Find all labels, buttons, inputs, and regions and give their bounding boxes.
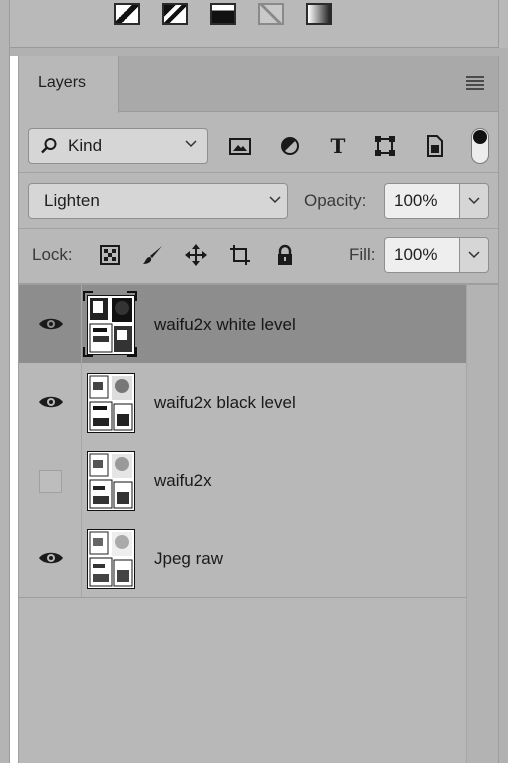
- layer-thumbnail: [87, 373, 135, 433]
- opacity-label: Opacity:: [304, 191, 367, 210]
- blend-mode-value: Lighten: [44, 191, 100, 210]
- layer-name[interactable]: Jpeg raw: [154, 549, 223, 569]
- opacity-value: 100%: [394, 191, 438, 210]
- lock-transparent-pixels-icon[interactable]: [98, 243, 122, 267]
- layer-row[interactable]: Jpeg raw: [19, 519, 466, 598]
- type-filter-icon[interactable]: T: [325, 133, 351, 159]
- visibility-toggle[interactable]: [19, 519, 82, 597]
- divider: [19, 228, 498, 229]
- exposure-adjustment-icon[interactable]: [162, 3, 188, 25]
- chevron-down-icon: [468, 197, 480, 205]
- fill-value: 100%: [394, 245, 438, 264]
- chevron-down-icon: [185, 140, 197, 148]
- chevron-down-icon: [269, 196, 281, 204]
- fill-label: Fill:: [349, 245, 376, 264]
- outer-frame-right: [508, 0, 525, 763]
- layer-thumbnail: [87, 451, 135, 511]
- layer-name[interactable]: waifu2x white level: [154, 315, 296, 335]
- lock-all-padlock-icon[interactable]: [273, 243, 297, 267]
- visibility-toggle[interactable]: [19, 363, 82, 441]
- layer-row[interactable]: waifu2x: [19, 441, 466, 520]
- curves-adjustment-icon[interactable]: [114, 3, 140, 25]
- eye-icon: [39, 396, 63, 408]
- gradient-map-adjustment-icon[interactable]: [306, 3, 332, 25]
- tab-layers-label: Layers: [38, 74, 87, 91]
- panel-dock-edge: [498, 56, 508, 763]
- layer-name[interactable]: waifu2x: [154, 471, 212, 491]
- divider: [19, 172, 498, 173]
- panel-menu-icon[interactable]: [466, 76, 484, 90]
- adjustments-panel-edge: [498, 0, 508, 48]
- panel-gap: [10, 48, 508, 56]
- visibility-toggle[interactable]: [19, 441, 82, 519]
- layer-row[interactable]: waifu2x black level: [19, 363, 466, 442]
- visibility-toggle[interactable]: [19, 285, 82, 363]
- filter-toggle-knob: [473, 130, 487, 144]
- lock-position-move-icon[interactable]: [184, 243, 208, 267]
- layer-thumbnail: [87, 529, 135, 589]
- levels-adjustment-icon[interactable]: [210, 3, 236, 25]
- chevron-down-icon: [468, 251, 480, 259]
- layer-row[interactable]: waifu2x white level: [19, 285, 466, 364]
- image-filter-icon[interactable]: [227, 133, 253, 159]
- outer-frame-divider: [9, 0, 10, 763]
- search-icon: [41, 138, 57, 154]
- filter-kind-label: Kind: [68, 136, 103, 155]
- lock-artboard-icon[interactable]: [228, 243, 252, 267]
- eye-icon: [39, 552, 63, 564]
- visibility-off-box: [39, 470, 62, 493]
- shape-filter-icon[interactable]: [372, 133, 398, 159]
- layer-name[interactable]: waifu2x black level: [154, 393, 296, 413]
- svg-text:T: T: [331, 134, 346, 158]
- eye-icon: [39, 318, 63, 330]
- layer-thumbnail: [87, 295, 135, 355]
- smart-object-filter-icon[interactable]: [421, 133, 447, 159]
- lock-image-pixels-brush-icon[interactable]: [141, 243, 165, 267]
- channel-mixer-adjustment-icon[interactable]: [258, 3, 284, 25]
- layer-list-scrollbar[interactable]: [466, 285, 498, 763]
- outer-frame-left: [0, 0, 9, 763]
- adjustment-filter-icon[interactable]: [277, 133, 303, 159]
- layer-list: waifu2x white level waifu2x black level: [19, 285, 466, 599]
- layer-list-empty-area: [19, 599, 466, 763]
- lock-label: Lock:: [32, 245, 73, 264]
- adjustments-panel: [10, 0, 498, 48]
